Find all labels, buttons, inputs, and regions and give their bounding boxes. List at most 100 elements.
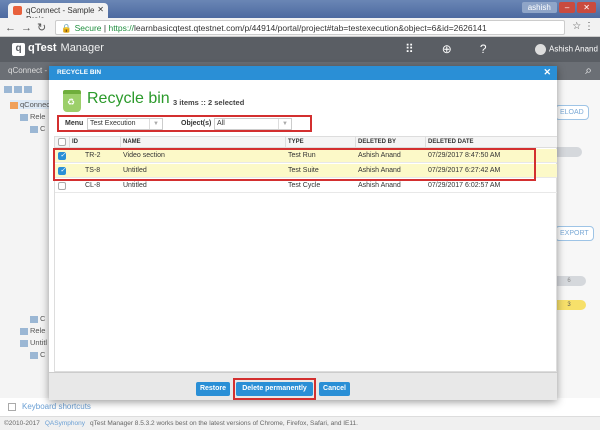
url-text: learnbasicqtest.qtestnet.com/p/44914/por… [133, 23, 487, 33]
selection-count: 3 items :: 2 selected [173, 98, 245, 107]
add-icon[interactable] [14, 85, 22, 93]
menu-value: Test Execution [90, 120, 136, 127]
tree-label: qConnect [20, 100, 53, 109]
tree-item[interactable]: Rele [20, 326, 45, 335]
user-menu[interactable]: Ashish Anand [535, 44, 598, 55]
count-badge: 3 [552, 300, 586, 310]
dialog-footer: Restore Delete permanently Cancel [49, 372, 557, 400]
company-link[interactable]: QASymphony [45, 420, 85, 427]
column-header-name[interactable]: NAME [123, 139, 141, 145]
chevron-down-icon: ▼ [278, 119, 291, 129]
product-name: Manager [60, 42, 104, 54]
star-icon[interactable]: ☆ ⋮ [572, 21, 594, 32]
tree-label: Rele [30, 326, 46, 335]
cycle-icon [30, 315, 38, 323]
minimize-icon[interactable]: – [558, 2, 576, 13]
forward-icon[interactable]: → [21, 22, 37, 34]
download-icon[interactable]: ⊕ [442, 42, 480, 56]
cycle-icon [30, 351, 38, 359]
column-header-deleted-date[interactable]: DELETED DATE [428, 139, 474, 145]
breadcrumb[interactable]: qConnect - [8, 66, 47, 75]
add-icon[interactable] [4, 85, 12, 93]
delete-permanently-button[interactable]: Delete permanently [236, 382, 313, 396]
column-header-id[interactable]: ID [72, 139, 78, 145]
menu-select[interactable]: Test Execution ▼ [87, 118, 163, 130]
keyboard-shortcuts-label: Keyboard shortcuts [22, 402, 91, 411]
window-user: ashish [521, 2, 557, 13]
keyboard-icon [8, 402, 16, 411]
tree-toolbar [4, 84, 34, 93]
tree-label: C [40, 350, 46, 359]
dialog-titlebar: RECYCLE BIN ✕ [49, 66, 557, 80]
cell-name: Untitled [123, 182, 147, 189]
cell-id: CL-8 [85, 182, 101, 189]
selected-rows-highlight [53, 148, 536, 181]
objects-select[interactable]: All ▼ [214, 118, 292, 130]
column-header-type[interactable]: TYPE [288, 139, 304, 145]
close-icon[interactable]: ✕ [543, 67, 551, 78]
export-button[interactable]: EXPORT [555, 226, 594, 241]
chevron-down-icon: ▼ [149, 119, 162, 129]
logo-text: qTest [28, 42, 57, 54]
add-icon[interactable] [24, 85, 32, 93]
qtest-favicon-icon [13, 6, 22, 15]
tree-item[interactable]: C [30, 124, 45, 133]
url-scheme: https:// [108, 23, 134, 33]
reload-button[interactable]: ELOAD [555, 105, 589, 120]
browser-tab[interactable]: qConnect - Sample Proje✕ [8, 3, 108, 24]
avatar [535, 44, 546, 55]
home-icon [10, 101, 18, 109]
restore-button[interactable]: Restore [196, 382, 230, 396]
keyboard-shortcuts-link[interactable]: Keyboard shortcuts [8, 402, 91, 411]
table-row[interactable]: CL-8 Untitled Test Cycle Ashish Anand 07/29/… [55, 179, 557, 193]
row-checkbox[interactable] [58, 182, 66, 190]
release-icon [20, 327, 28, 335]
release-icon [20, 339, 28, 347]
help-icon[interactable]: ? [480, 42, 515, 56]
objects-label: Object(s) [181, 120, 212, 127]
tree-item[interactable]: C [30, 350, 45, 359]
tree-label: C [40, 314, 46, 323]
cycle-icon [30, 125, 38, 133]
menu-label: Menu [65, 120, 84, 127]
footer: ©2010-2017 QASymphony qTest Manager 8.5.3.… [0, 416, 600, 430]
secure-label: Secure [74, 23, 102, 33]
url-input[interactable]: 🔒 Secure | https://learnbasicqtest.qtestn… [55, 20, 565, 35]
search-icon[interactable]: ⌕ [585, 63, 592, 78]
dialog-title: RECYCLE BIN [57, 69, 102, 76]
reload-icon[interactable]: ↻ [37, 22, 51, 34]
background-panel: ELOAD EXPORT 6 3 [552, 80, 600, 398]
recycle-bin-icon [63, 90, 81, 112]
cell-type: Test Cycle [288, 182, 321, 189]
column-header-deleted-by[interactable]: DELETED BY [358, 139, 396, 145]
tree-item[interactable]: Untitl [20, 338, 47, 347]
apps-grid-icon[interactable]: ⠿ [405, 42, 442, 56]
cancel-button[interactable]: Cancel [319, 382, 350, 396]
user-name: Ashish Anand [549, 44, 598, 54]
page-title: Recycle bin [87, 90, 170, 107]
lock-icon: 🔒 [61, 23, 72, 33]
close-window-icon[interactable]: ✕ [577, 2, 596, 13]
tree-item[interactable]: Rele [20, 112, 45, 121]
recycle-bin-dialog: RECYCLE BIN ✕ Recycle bin 3 items :: 2 se… [49, 66, 557, 400]
logo[interactable]: q qTest Manager [12, 42, 104, 56]
back-icon[interactable]: ← [5, 22, 21, 34]
window-controls: ashish – ✕ [520, 2, 596, 13]
nav-buttons: ←→↻ [5, 21, 51, 34]
release-icon [20, 113, 28, 121]
tree-label: C [40, 124, 46, 133]
objects-value: All [217, 120, 225, 127]
browser-note: qTest Manager 8.5.3.2 works best on the … [89, 420, 358, 427]
tree-item[interactable]: C [30, 314, 45, 323]
app-header: q qTest Manager ⠿⊕? Ashish Anand [0, 37, 600, 62]
tree-label: Untitl [30, 338, 48, 347]
close-tab-icon[interactable]: ✕ [97, 5, 104, 14]
filter-bar: Menu Test Execution ▼ Object(s) All ▼ [57, 115, 312, 132]
select-all-checkbox[interactable] [58, 138, 66, 146]
cell-deleted-date: 07/29/2017 6:02:57 AM [428, 182, 501, 189]
browser-tab-bar: qConnect - Sample Proje✕ ashish–✕ [0, 0, 600, 24]
address-bar-area: ←→↻ 🔒 Secure | https://learnbasicqtest.qt… [0, 18, 600, 37]
tree-label: Rele [30, 112, 46, 121]
count-badge: 6 [552, 276, 586, 286]
header-icons: ⠿⊕? [405, 42, 515, 56]
